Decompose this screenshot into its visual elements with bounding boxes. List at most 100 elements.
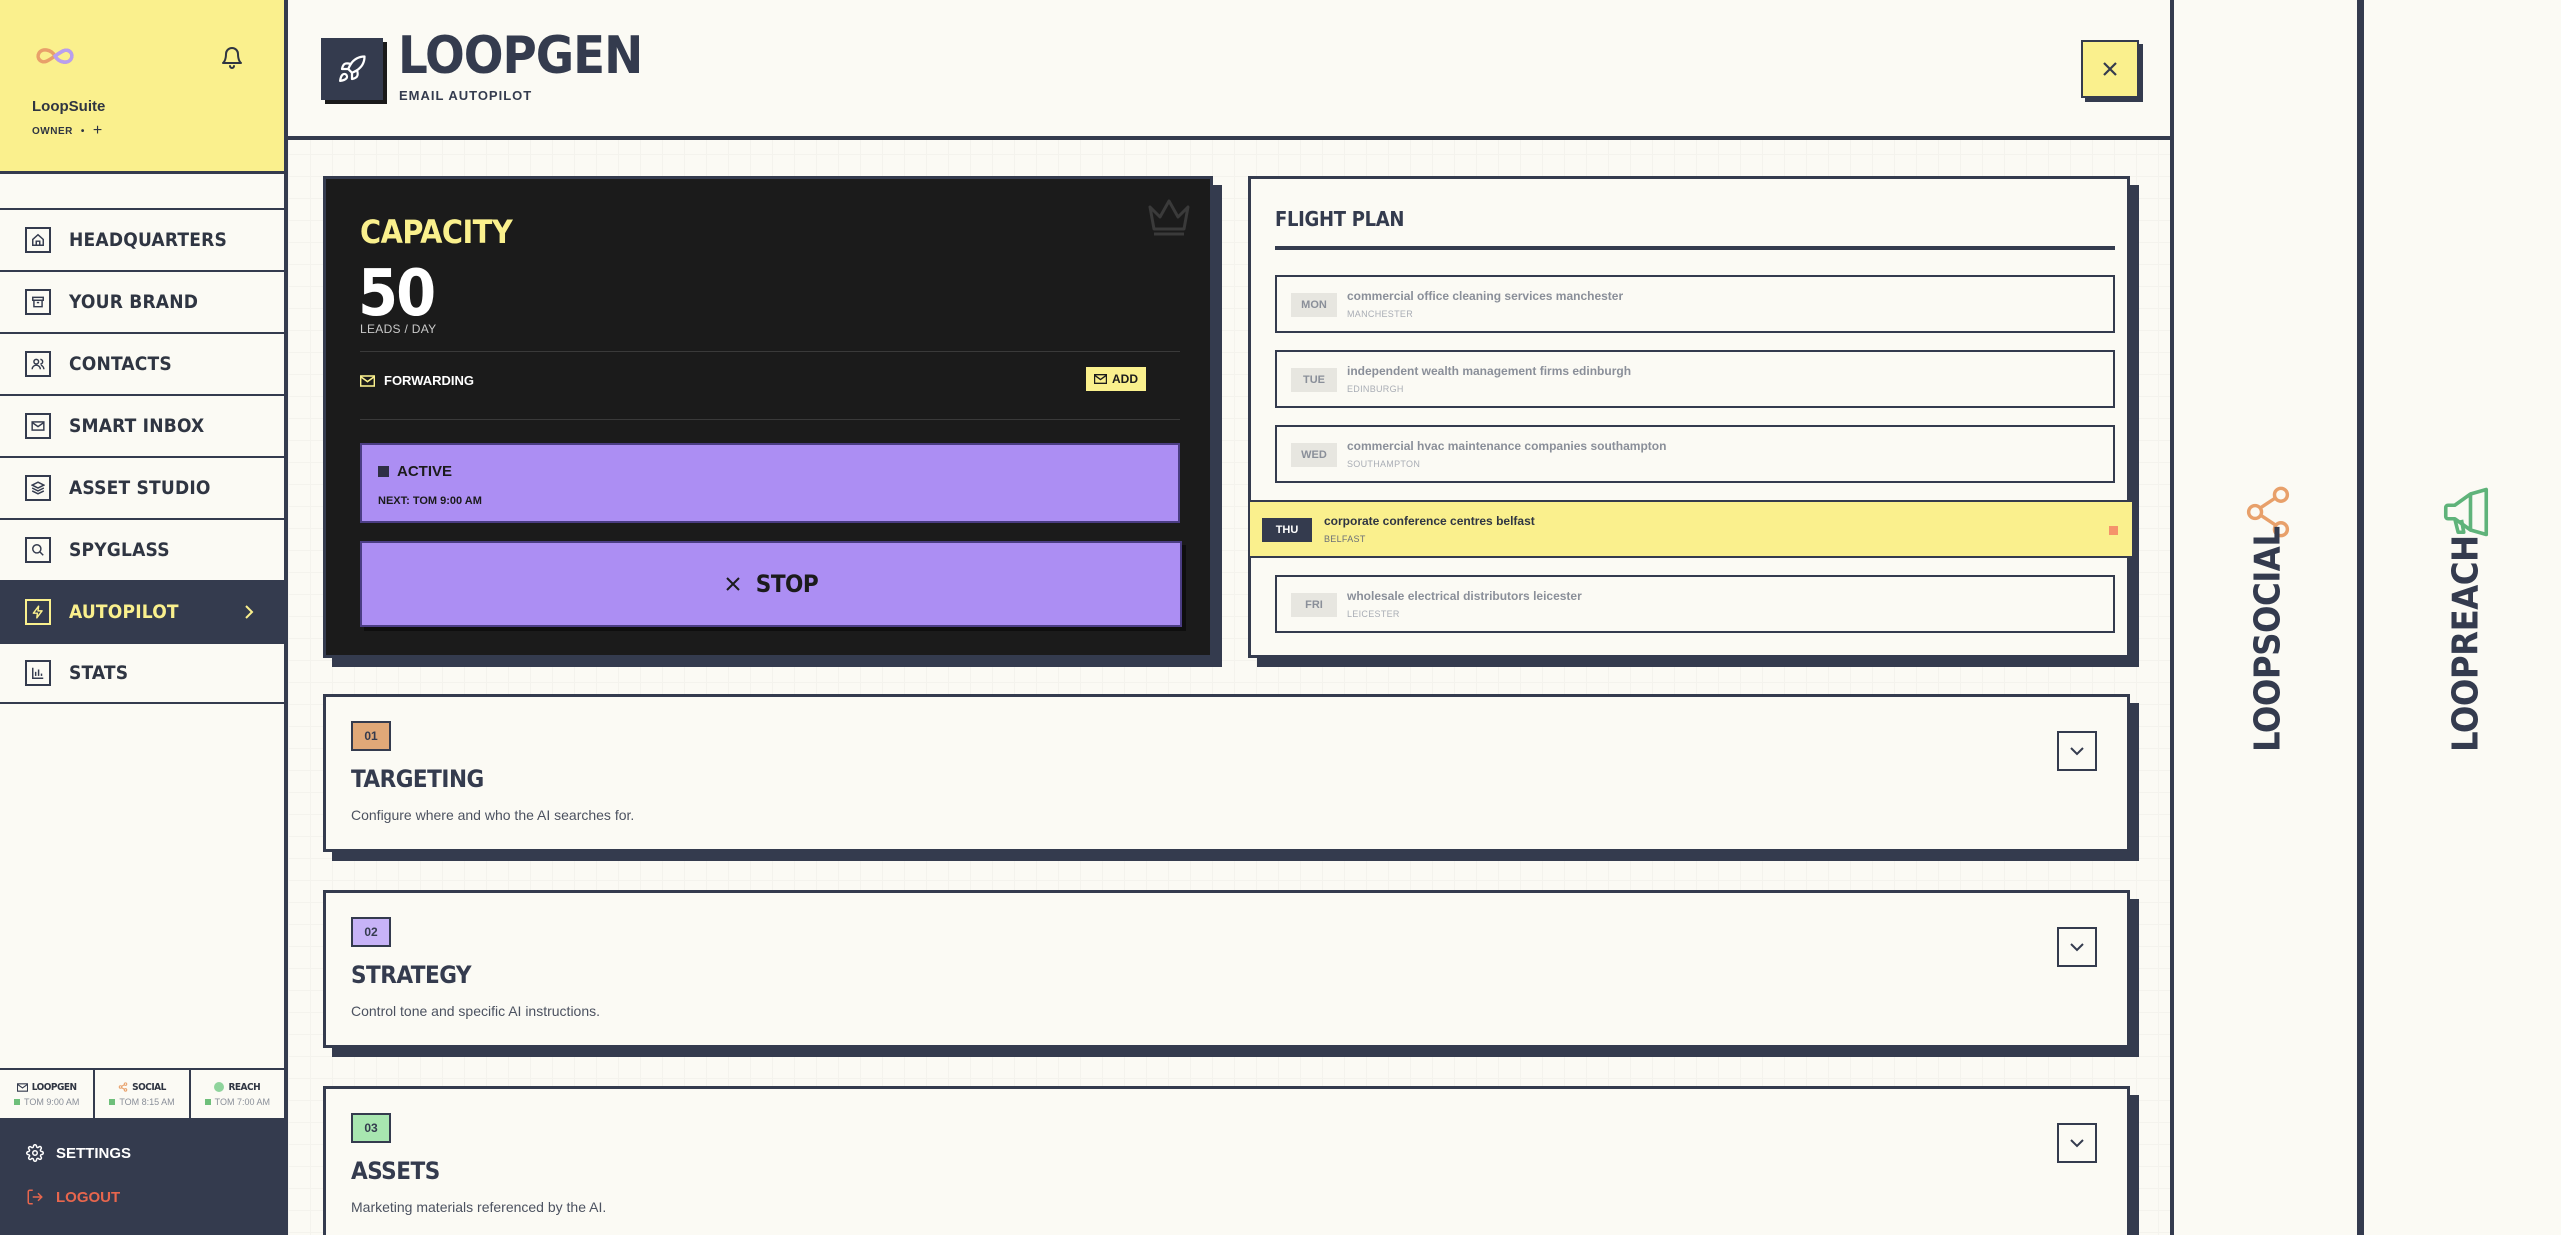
main-nav: HEADQUARTERS YOUR BRAND CONTACTS SMART I…	[0, 208, 284, 704]
logout-icon	[26, 1188, 44, 1206]
current-day-indicator	[2109, 526, 2118, 535]
section-description: Configure where and who the AI searches …	[351, 807, 635, 823]
loopsocial-label: LOOPSOCIAL	[2247, 526, 2288, 752]
sidebar: LoopSuite OWNER • + HEADQUARTERS YOUR BR…	[0, 0, 288, 1235]
loopsocial-panel[interactable]: LOOPSOCIAL	[2178, 0, 2364, 1235]
status-dot	[204, 1098, 211, 1105]
day-badge: THU	[1262, 518, 1312, 542]
location: LEICESTER	[1347, 609, 1400, 619]
users-icon	[25, 351, 51, 377]
sidebar-item-contacts[interactable]: CONTACTS	[0, 332, 284, 394]
section-description: Control tone and specific AI instruction…	[351, 1003, 601, 1019]
chevron-down-icon	[2070, 942, 2084, 952]
box-icon	[25, 289, 51, 315]
flight-plan-row-tue[interactable]: TUE independent wealth management firms …	[1275, 350, 2115, 408]
sidebar-item-label: STATS	[69, 662, 129, 684]
close-button[interactable]	[2081, 40, 2139, 98]
search-icon	[25, 537, 51, 563]
divider	[360, 419, 1180, 420]
add-forwarding-button[interactable]: ADD	[1086, 367, 1146, 391]
zap-icon	[25, 599, 51, 625]
sidebar-item-autopilot[interactable]: AUTOPILOT	[0, 580, 284, 642]
status-reach[interactable]: REACH TOM 7:00 AM	[191, 1070, 284, 1118]
section-number: 02	[351, 917, 391, 947]
stop-label: STOP	[755, 570, 819, 598]
expand-targeting-button[interactable]	[2057, 731, 2097, 771]
stop-button[interactable]: STOP	[360, 541, 1182, 627]
status-dot	[13, 1098, 20, 1105]
sidebar-item-label: HEADQUARTERS	[69, 229, 227, 251]
crown-icon	[1146, 197, 1192, 237]
status-social[interactable]: SOCIAL TOM 8:15 AM	[95, 1070, 191, 1118]
sidebar-item-label: ASSET STUDIO	[69, 477, 211, 499]
loopreach-panel[interactable]: LOOPREACH	[2371, 0, 2561, 1235]
status-dot	[109, 1098, 116, 1105]
loopreach-label: LOOPREACH	[2445, 535, 2487, 752]
mail-icon	[16, 1082, 28, 1092]
sidebar-item-label: SPYGLASS	[69, 539, 170, 561]
section-assets: 03 ASSETS Marketing materials referenced…	[323, 1086, 2130, 1235]
settings-button[interactable]: SETTINGS	[26, 1144, 131, 1162]
next-run-time: NEXT: TOM 9:00 AM	[378, 495, 482, 507]
share-icon	[118, 1082, 128, 1092]
section-title: STRATEGY	[351, 961, 472, 989]
mail-icon	[360, 374, 375, 387]
status-name: REACH	[228, 1081, 261, 1093]
gear-icon	[26, 1144, 44, 1162]
status-time: TOM 8:15 AM	[119, 1096, 175, 1107]
bar-chart-icon	[25, 660, 51, 686]
page-title: LOOPGEN	[398, 26, 643, 86]
page-header: LOOPGEN EMAIL AUTOPILOT	[288, 0, 2170, 140]
day-badge: WED	[1291, 443, 1337, 467]
search-query: wholesale electrical distributors leices…	[1347, 589, 1582, 603]
logout-button[interactable]: LOGOUT	[26, 1188, 120, 1206]
settings-label: SETTINGS	[56, 1144, 132, 1162]
stop-square-icon	[378, 466, 389, 477]
sidebar-footer: SETTINGS LOGOUT	[0, 1118, 284, 1235]
status-name: SOCIAL	[132, 1081, 166, 1093]
add-label: ADD	[1112, 372, 1138, 386]
role-separator: •	[80, 125, 85, 137]
flight-plan-row-wed[interactable]: WED commercial hvac maintenance companie…	[1275, 425, 2115, 483]
sidebar-item-stats[interactable]: STATS	[0, 642, 284, 704]
status-loopgen[interactable]: LOOPGEN TOM 9:00 AM	[0, 1070, 96, 1118]
divider	[360, 351, 1180, 352]
search-query: commercial office cleaning services manc…	[1347, 289, 1624, 303]
status-name: LOOPGEN	[31, 1081, 77, 1093]
workspace-name: LoopSuite	[32, 98, 106, 115]
sidebar-item-smart-inbox[interactable]: SMART INBOX	[0, 394, 284, 456]
chevron-right-icon	[244, 605, 254, 619]
flight-plan-card: FLIGHT PLAN MON commercial office cleani…	[1248, 176, 2134, 658]
sidebar-item-label: AUTOPILOT	[69, 601, 179, 623]
expand-assets-button[interactable]	[2057, 1123, 2097, 1163]
layers-icon	[25, 475, 51, 501]
day-badge: FRI	[1291, 593, 1337, 617]
location: MANCHESTER	[1347, 309, 1414, 319]
sidebar-item-your-brand[interactable]: YOUR BRAND	[0, 270, 284, 332]
sidebar-item-asset-studio[interactable]: ASSET STUDIO	[0, 456, 284, 518]
infinity-logo-icon[interactable]	[32, 44, 78, 68]
close-icon	[2101, 60, 2119, 78]
sidebar-item-headquarters[interactable]: HEADQUARTERS	[0, 208, 284, 270]
section-title: TARGETING	[351, 765, 484, 793]
circle-icon	[214, 1082, 225, 1092]
location: EDINBURGH	[1347, 384, 1404, 394]
section-title: ASSETS	[351, 1157, 440, 1185]
expand-strategy-button[interactable]	[2057, 927, 2097, 967]
status-badge: ACTIVE	[378, 463, 452, 480]
sidebar-item-label: CONTACTS	[69, 353, 172, 375]
sidebar-item-label: SMART INBOX	[69, 415, 205, 437]
flight-plan-row-mon[interactable]: MON commercial office cleaning services …	[1275, 275, 2115, 333]
sidebar-item-label: YOUR BRAND	[69, 291, 199, 313]
workspace-header: LoopSuite OWNER • +	[0, 0, 284, 174]
flight-plan-row-thu[interactable]: THU corporate conference centres belfast…	[1248, 500, 2134, 558]
rocket-icon	[321, 38, 383, 100]
role-row: OWNER • +	[32, 122, 103, 140]
section-description: Marketing materials referenced by the AI…	[351, 1199, 607, 1215]
add-member-button[interactable]: +	[93, 122, 103, 140]
forwarding-row: FORWARDING	[360, 373, 474, 388]
day-badge: MON	[1291, 293, 1337, 317]
bell-icon[interactable]	[220, 44, 244, 70]
flight-plan-row-fri[interactable]: FRI wholesale electrical distributors le…	[1275, 575, 2115, 633]
sidebar-item-spyglass[interactable]: SPYGLASS	[0, 518, 284, 580]
